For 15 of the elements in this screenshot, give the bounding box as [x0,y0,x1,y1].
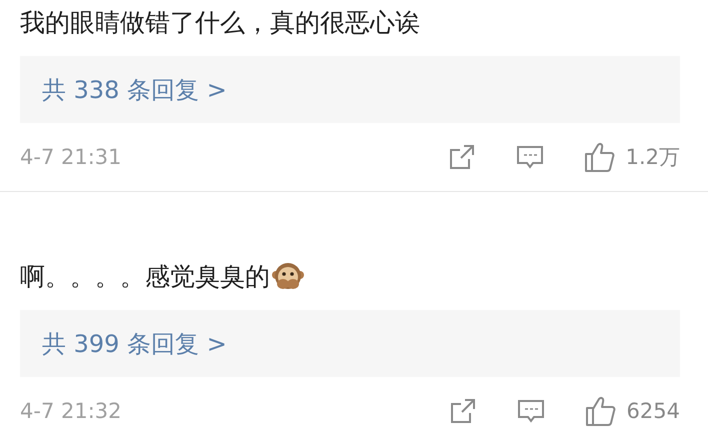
comment-text: 我的眼睛做错了什么，真的很恶心诶 [20,6,420,38]
replies-link[interactable]: 共 338 条回复 > [42,74,227,106]
comment-icon[interactable] [516,397,545,425]
comment-icon[interactable] [516,143,544,171]
share-icon[interactable] [448,397,477,425]
thumbs-up-icon[interactable] [584,395,617,427]
replies-link[interactable]: 共 399 条回复 > [42,328,227,360]
share-icon[interactable] [448,143,476,171]
like-count: 6254 [626,399,680,423]
monkey-icon [272,260,304,292]
thumbs-up-icon[interactable] [584,141,616,173]
comment-text: 啊。。。。感觉臭臭的 [20,260,270,292]
comment-time: 4-7 21:31 [20,145,122,169]
like-count: 1.2万 [626,144,680,171]
comment-time: 4-7 21:32 [20,399,122,423]
